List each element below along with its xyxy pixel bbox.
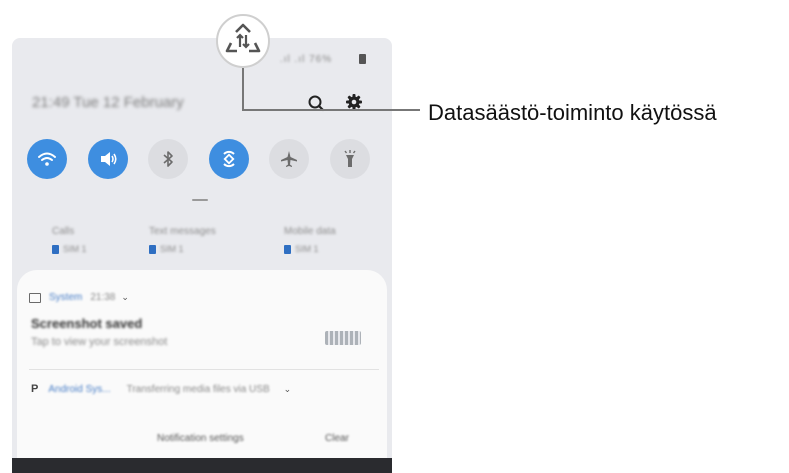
sound-toggle[interactable] (88, 139, 128, 179)
chevron-down-icon[interactable]: ⌄ (121, 292, 129, 303)
auto-rotate-icon (223, 150, 235, 168)
data-saver-highlight (216, 14, 270, 68)
wifi-icon (38, 152, 56, 166)
notification-subtitle: Tap to view your screenshot (31, 336, 168, 348)
clear-button[interactable]: Clear (325, 433, 349, 444)
wifi-toggle[interactable] (27, 139, 67, 179)
battery-percent: 76% (309, 54, 333, 65)
data-saver-icon (225, 23, 261, 53)
notification-app: System (49, 292, 83, 303)
flashlight-icon (344, 150, 356, 167)
screenshot-thumbnail[interactable] (325, 331, 361, 345)
chevron-down-icon[interactable]: ⌄ (284, 384, 292, 395)
notification-usb-app: Android Sys... (48, 383, 111, 395)
search-icon[interactable] (307, 94, 325, 112)
bluetooth-icon (163, 151, 173, 167)
sim-mobile-data-value: SIM 1 (295, 244, 319, 254)
date-time: 21:49 Tue 12 February (32, 94, 184, 111)
divider (29, 369, 379, 370)
sim-calls-label: Calls (52, 226, 75, 237)
sim-calls-value: SIM 1 (63, 244, 87, 254)
sim-text-messages-label: Text messages (149, 226, 216, 237)
phone-bottom-edge (12, 458, 392, 473)
signal-indicator: .ıl .ıl (280, 54, 306, 65)
notification-usb-desc: Transferring media files via USB (126, 383, 270, 395)
callout-label: Datasäästö-toiminto käytössä (428, 100, 717, 125)
notification-panel: .ıl .ıl 76% 21:49 Tue 12 February Calls … (12, 38, 392, 473)
settings-icon[interactable] (345, 93, 363, 111)
sim-mobile-data[interactable]: Mobile data SIM 1 (284, 226, 336, 254)
auto-rotate-toggle[interactable] (209, 139, 249, 179)
notification-settings-button[interactable]: Notification settings (157, 433, 244, 444)
sim-calls[interactable]: Calls SIM 1 (52, 226, 87, 254)
notification-usb[interactable]: P Android Sys... Transferring media file… (31, 383, 291, 395)
status-bar: .ıl .ıl 76% (280, 54, 332, 65)
flashlight-toggle[interactable] (330, 139, 370, 179)
image-icon (29, 292, 41, 303)
notification-header[interactable]: System 21:38 ⌄ (29, 292, 129, 303)
sound-icon (101, 152, 117, 166)
panel-handle[interactable] (192, 199, 208, 201)
battery-icon (359, 54, 366, 64)
sim-card-icon (284, 244, 291, 254)
sim-mobile-data-label: Mobile data (284, 226, 336, 237)
sim-card-icon (149, 244, 156, 254)
sim-card-icon (52, 244, 59, 254)
airplane-icon (281, 151, 297, 167)
sim-text-messages[interactable]: Text messages SIM 1 (149, 226, 216, 254)
notification-time: 21:38 (90, 292, 116, 303)
bluetooth-toggle[interactable] (148, 139, 188, 179)
sim-text-messages-value: SIM 1 (160, 244, 184, 254)
notification-title[interactable]: Screenshot saved (31, 316, 142, 331)
android-system-icon: P (31, 383, 39, 395)
airplane-toggle[interactable] (269, 139, 309, 179)
